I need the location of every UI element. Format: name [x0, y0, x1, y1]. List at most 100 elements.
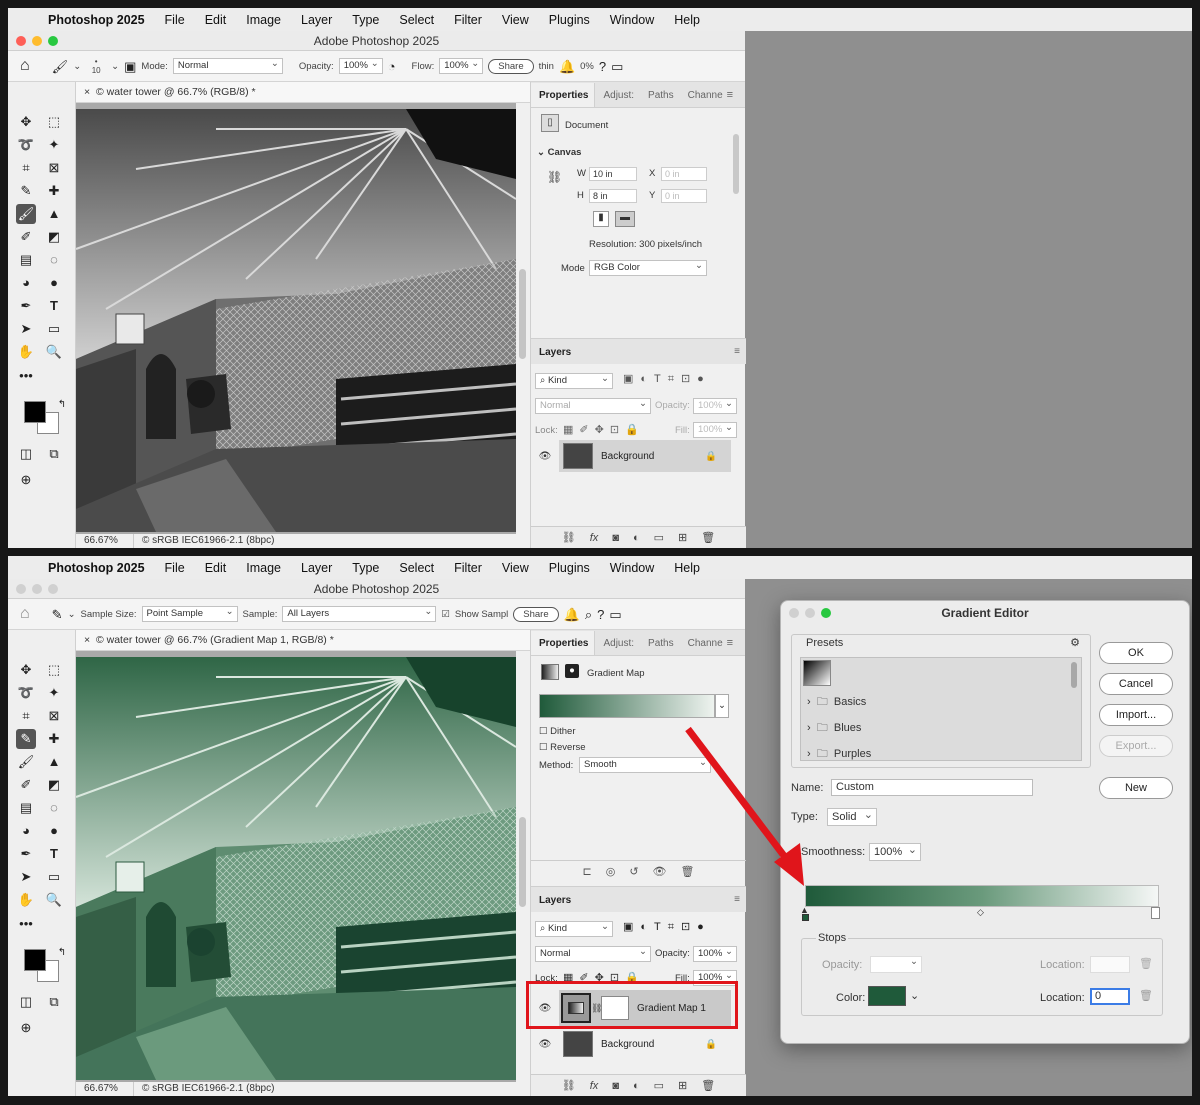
- workspace-icon[interactable]: ▭: [611, 60, 623, 73]
- menu-file[interactable]: File: [165, 13, 185, 27]
- brush-settings-icon[interactable]: ▣: [124, 60, 136, 73]
- pressure-opacity-icon[interactable]: ◔: [388, 60, 396, 73]
- smoothing-value[interactable]: 0%: [580, 61, 594, 72]
- color-mode-select[interactable]: RGB Color: [589, 259, 707, 276]
- close-window-button[interactable]: [16, 36, 26, 46]
- brush-preset-chevron-icon[interactable]: ⌄: [73, 61, 81, 72]
- swap-colors-icon[interactable]: ↰: [52, 395, 72, 415]
- tab-properties[interactable]: Properties: [531, 83, 596, 107]
- stamp-tool-icon[interactable]: ▲: [44, 204, 64, 224]
- lasso-tool-icon[interactable]: ➰: [16, 135, 36, 155]
- new-group-icon[interactable]: ▭: [654, 531, 664, 544]
- flow-input[interactable]: 100%: [439, 57, 484, 74]
- portrait-orientation-icon[interactable]: ▮: [593, 211, 609, 227]
- fx-icon[interactable]: fx: [590, 532, 599, 544]
- gradient-tool-icon[interactable]: ▤: [16, 250, 36, 270]
- history-brush-icon[interactable]: ✐: [16, 227, 36, 247]
- document-tab[interactable]: × © water tower @ 66.7% (RGB/8) *: [76, 82, 530, 103]
- menu-plugins[interactable]: Plugins: [549, 13, 590, 27]
- opacity-label: Opacity:: [298, 60, 334, 72]
- canvas-section-toggle[interactable]: ⌄ Canvas: [537, 147, 581, 158]
- edit-toolbar-icon[interactable]: ⊕: [16, 470, 36, 490]
- document-canvas[interactable]: [76, 103, 530, 534]
- menu-window[interactable]: Window: [610, 13, 654, 27]
- link-icon[interactable]: ⛓: [547, 170, 562, 184]
- layer-opacity-input[interactable]: 100%: [693, 397, 737, 414]
- zoom-window-button[interactable]: [48, 36, 58, 46]
- x-input[interactable]: 0 in: [661, 167, 707, 181]
- new-layer-icon[interactable]: ⊞: [678, 531, 687, 544]
- brush-size-chevron-icon[interactable]: ⌄: [111, 61, 119, 72]
- screen-mode-icon[interactable]: ⧉: [44, 444, 64, 464]
- quick-mask-icon[interactable]: ◫: [16, 444, 36, 464]
- dodge-tool-icon[interactable]: ◕: [16, 273, 36, 293]
- tab-layers[interactable]: Layers: [539, 347, 571, 358]
- properties-scrollbar[interactable]: [733, 134, 739, 194]
- tab-adjustments[interactable]: Adjust:: [595, 90, 640, 107]
- path-select-icon[interactable]: ➤: [16, 319, 36, 339]
- blur-tool-icon[interactable]: ◌: [44, 250, 64, 270]
- color-profile[interactable]: © sRGB IEC61966-2.1 (8bpc): [134, 535, 274, 546]
- blend-mode-select[interactable]: Normal: [535, 397, 651, 414]
- fill-input[interactable]: 100%: [693, 421, 737, 438]
- eraser-tool-icon[interactable]: ◩: [44, 227, 64, 247]
- brush-tool-active-icon[interactable]: 🖌: [16, 204, 36, 224]
- eyedropper-tool-icon[interactable]: ✎: [16, 181, 36, 201]
- menu-edit[interactable]: Edit: [205, 13, 227, 27]
- mode-label: Mode:: [141, 60, 168, 72]
- zoom-level[interactable]: 66.67%: [76, 534, 134, 548]
- adjustment-layer-icon[interactable]: ◐: [633, 532, 640, 544]
- minimize-window-button[interactable]: [32, 36, 42, 46]
- landscape-orientation-icon[interactable]: ▬: [615, 211, 635, 227]
- canvas-vertical-scrollbar[interactable]: [516, 103, 530, 534]
- visibility-eye-icon[interactable]: 👁: [531, 451, 559, 462]
- add-mask-icon[interactable]: ◙: [612, 532, 619, 544]
- width-input[interactable]: 10 in: [589, 167, 637, 181]
- move-tool-icon[interactable]: ✥: [16, 112, 36, 132]
- mode-select[interactable]: Normal: [172, 57, 283, 74]
- layer-thumbnail: [563, 443, 593, 469]
- type-tool-icon[interactable]: T: [44, 296, 64, 316]
- share-button[interactable]: Share: [488, 58, 534, 74]
- link-layers-icon[interactable]: ⛓: [562, 531, 576, 544]
- help-circle-icon[interactable]: ?: [599, 60, 606, 73]
- menu-filter[interactable]: Filter: [454, 13, 482, 27]
- home-icon[interactable]: ⌂: [20, 58, 30, 74]
- hand-tool-icon[interactable]: ✋: [16, 342, 36, 362]
- menu-view[interactable]: View: [502, 13, 529, 27]
- panel-menu-icon[interactable]: ≡: [719, 89, 739, 107]
- marquee-tool-icon[interactable]: ⬚: [44, 112, 64, 132]
- menu-help[interactable]: Help: [674, 13, 700, 27]
- foreground-color-swatch[interactable]: [24, 401, 46, 423]
- layers-menu-icon[interactable]: ≡: [734, 346, 740, 357]
- mode-label: Mode: [561, 263, 585, 274]
- layer-row-background[interactable]: 👁 Background 🔒: [531, 440, 746, 472]
- menu-image[interactable]: Image: [246, 13, 281, 27]
- tab-paths[interactable]: Paths: [640, 90, 680, 107]
- pen-tool-icon[interactable]: ✒: [16, 296, 36, 316]
- rectangle-tool-icon[interactable]: ▭: [44, 319, 64, 339]
- sponge-tool-icon[interactable]: ●: [44, 273, 64, 293]
- brush-size-picker[interactable]: • 10: [86, 57, 106, 75]
- app-name[interactable]: Photoshop 2025: [48, 13, 145, 27]
- filter-kind-select[interactable]: ⌕ Kind: [535, 372, 613, 389]
- brush-tool-icon[interactable]: 🖌: [52, 60, 69, 73]
- zoom-tool-icon[interactable]: 🔍: [44, 342, 64, 362]
- healing-brush-icon[interactable]: ✚: [44, 181, 64, 201]
- opacity-input[interactable]: 100%: [338, 57, 383, 74]
- x-label: X: [649, 168, 656, 179]
- height-input[interactable]: 8 in: [589, 189, 637, 203]
- frame-tool-icon[interactable]: ⊠: [44, 158, 64, 178]
- menu-type[interactable]: Type: [352, 13, 379, 27]
- bell-icon[interactable]: 🔔: [559, 60, 575, 73]
- y-input[interactable]: 0 in: [661, 189, 707, 203]
- close-doc-icon[interactable]: ×: [84, 86, 90, 98]
- trash-icon[interactable]: 🗑: [701, 531, 715, 544]
- menu-select[interactable]: Select: [399, 13, 434, 27]
- crop-tool-icon[interactable]: ⌗: [16, 158, 36, 178]
- menu-layer[interactable]: Layer: [301, 13, 332, 27]
- lock-icons[interactable]: ▦✐✥⊡🔒: [563, 423, 645, 436]
- magic-wand-icon[interactable]: ✦: [44, 135, 64, 155]
- layer-filter-icons[interactable]: ▣◐T⌗⊡●: [623, 372, 711, 386]
- more-tools-icon[interactable]: •••: [16, 366, 36, 386]
